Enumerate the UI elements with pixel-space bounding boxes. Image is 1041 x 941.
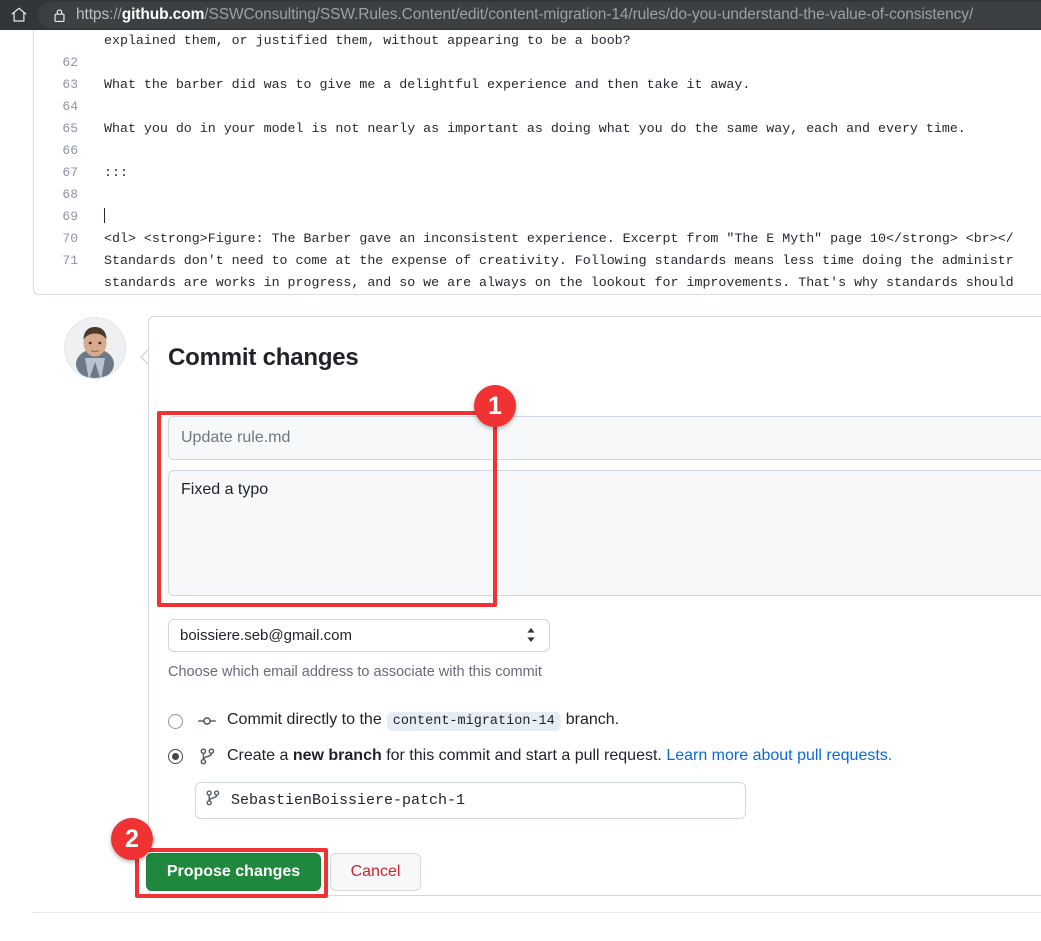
code-line-text bbox=[90, 184, 1041, 206]
url-path: /SSWConsulting/SSW.Rules.Content/edit/co… bbox=[204, 6, 974, 23]
code-line: 67::: bbox=[34, 162, 1041, 184]
commit-email-select[interactable]: boissiere.seb@gmail.com bbox=[168, 619, 550, 652]
page-divider bbox=[33, 912, 1041, 913]
new-branch-text-before: Create a bbox=[227, 747, 289, 764]
line-number: 66 bbox=[62, 143, 78, 158]
learn-more-pull-requests-link[interactable]: Learn more about pull requests. bbox=[666, 747, 892, 764]
line-number: 65 bbox=[62, 121, 78, 136]
line-number bbox=[34, 30, 90, 52]
code-line: 71 Standards don't need to come at the ex… bbox=[34, 250, 1041, 272]
code-line: 70 <dl> <strong>Figure: The Barber gave a… bbox=[34, 228, 1041, 250]
code-line-text: explained them, or justified them, witho… bbox=[104, 33, 631, 48]
commit-directly-text-before: Commit directly to the bbox=[227, 711, 382, 728]
browser-toolbar: https://github.com/SSWConsulting/SSW.Rul… bbox=[0, 0, 1041, 30]
url-text: https://github.com/SSWConsulting/SSW.Rul… bbox=[76, 6, 973, 24]
lock-icon bbox=[48, 4, 70, 26]
url-scheme: https bbox=[76, 6, 110, 23]
new-branch-bold: new branch bbox=[292, 747, 382, 764]
code-line-text bbox=[90, 206, 1041, 228]
url-separator: :// bbox=[109, 6, 122, 23]
code-line: 69 bbox=[34, 206, 1041, 228]
line-number: 68 bbox=[62, 187, 78, 202]
code-line: 62 bbox=[34, 52, 1041, 74]
code-line-text: Standards don't need to come at the expe… bbox=[104, 253, 1014, 268]
page-content: explained them, or justified them, witho… bbox=[0, 30, 1041, 941]
commit-email-help-text: Choose which email address to associate … bbox=[168, 664, 542, 680]
propose-changes-button[interactable]: Propose changes bbox=[146, 853, 321, 891]
home-button[interactable] bbox=[0, 0, 38, 30]
code-line-text bbox=[90, 140, 1041, 162]
code-line: 65 What you do in your model is not nearl… bbox=[34, 118, 1041, 140]
line-number: 70 bbox=[62, 231, 78, 246]
radio-create-new-branch-input[interactable] bbox=[168, 748, 183, 764]
commit-dot-icon bbox=[197, 714, 217, 728]
avatar-image bbox=[65, 318, 125, 378]
commit-changes-heading: Commit changes bbox=[168, 344, 359, 371]
radio-commit-directly-label: Commit directly to the content-migration-… bbox=[227, 711, 619, 731]
code-line: explained them, or justified them, witho… bbox=[34, 30, 1041, 52]
cancel-button[interactable]: Cancel bbox=[330, 853, 421, 891]
radio-commit-directly[interactable]: Commit directly to the content-migration-… bbox=[168, 711, 619, 731]
file-editor-panel[interactable]: explained them, or justified them, witho… bbox=[33, 30, 1041, 295]
avatar bbox=[64, 317, 126, 379]
code-line: 66 bbox=[34, 140, 1041, 162]
line-number: 62 bbox=[62, 55, 78, 70]
commit-directly-text-after: branch. bbox=[565, 711, 620, 728]
code-line: 63 What the barber did was to give me a d… bbox=[34, 74, 1041, 96]
git-branch-icon bbox=[197, 747, 217, 765]
radio-create-new-branch-label: Create a new branch for this commit and … bbox=[227, 747, 892, 765]
code-line-text: ::: bbox=[104, 165, 128, 180]
new-branch-name-input[interactable] bbox=[229, 791, 735, 810]
code-line: 68 bbox=[34, 184, 1041, 206]
home-icon bbox=[10, 6, 28, 24]
text-caret bbox=[104, 208, 105, 223]
commit-summary-input[interactable] bbox=[168, 416, 1041, 460]
code-line-text: What you do in your model is not nearly … bbox=[104, 121, 966, 136]
branch-name-chip: content-migration-14 bbox=[386, 712, 561, 731]
annotation-badge-2: 2 bbox=[111, 818, 153, 860]
line-number: 64 bbox=[62, 99, 78, 114]
git-branch-icon bbox=[206, 790, 220, 811]
code-line-text bbox=[90, 96, 1041, 118]
commit-description-textarea[interactable] bbox=[168, 470, 1041, 596]
line-number: 63 bbox=[62, 77, 78, 92]
code-line-text: What the barber did was to give me a del… bbox=[104, 77, 751, 92]
code-line-text bbox=[90, 52, 1041, 74]
address-bar[interactable]: https://github.com/SSWConsulting/SSW.Rul… bbox=[38, 2, 1041, 28]
radio-commit-directly-input[interactable] bbox=[168, 713, 183, 729]
new-branch-name-field[interactable] bbox=[195, 782, 746, 819]
code-line: 64 bbox=[34, 96, 1041, 118]
line-number: 69 bbox=[62, 209, 78, 224]
code-line-text: <dl> <strong>Figure: The Barber gave an … bbox=[104, 231, 1014, 246]
code-line-text: standards are works in progress, and so … bbox=[104, 275, 1014, 290]
line-number: 71 bbox=[62, 253, 78, 268]
line-number: 67 bbox=[62, 165, 78, 180]
url-host: github.com bbox=[121, 6, 205, 23]
new-branch-text-after: for this commit and start a pull request… bbox=[386, 747, 662, 764]
radio-create-new-branch[interactable]: Create a new branch for this commit and … bbox=[168, 747, 892, 765]
code-line: standards are works in progress, and so … bbox=[34, 272, 1041, 294]
code-lines: explained them, or justified them, witho… bbox=[34, 30, 1041, 294]
line-number bbox=[34, 272, 90, 294]
